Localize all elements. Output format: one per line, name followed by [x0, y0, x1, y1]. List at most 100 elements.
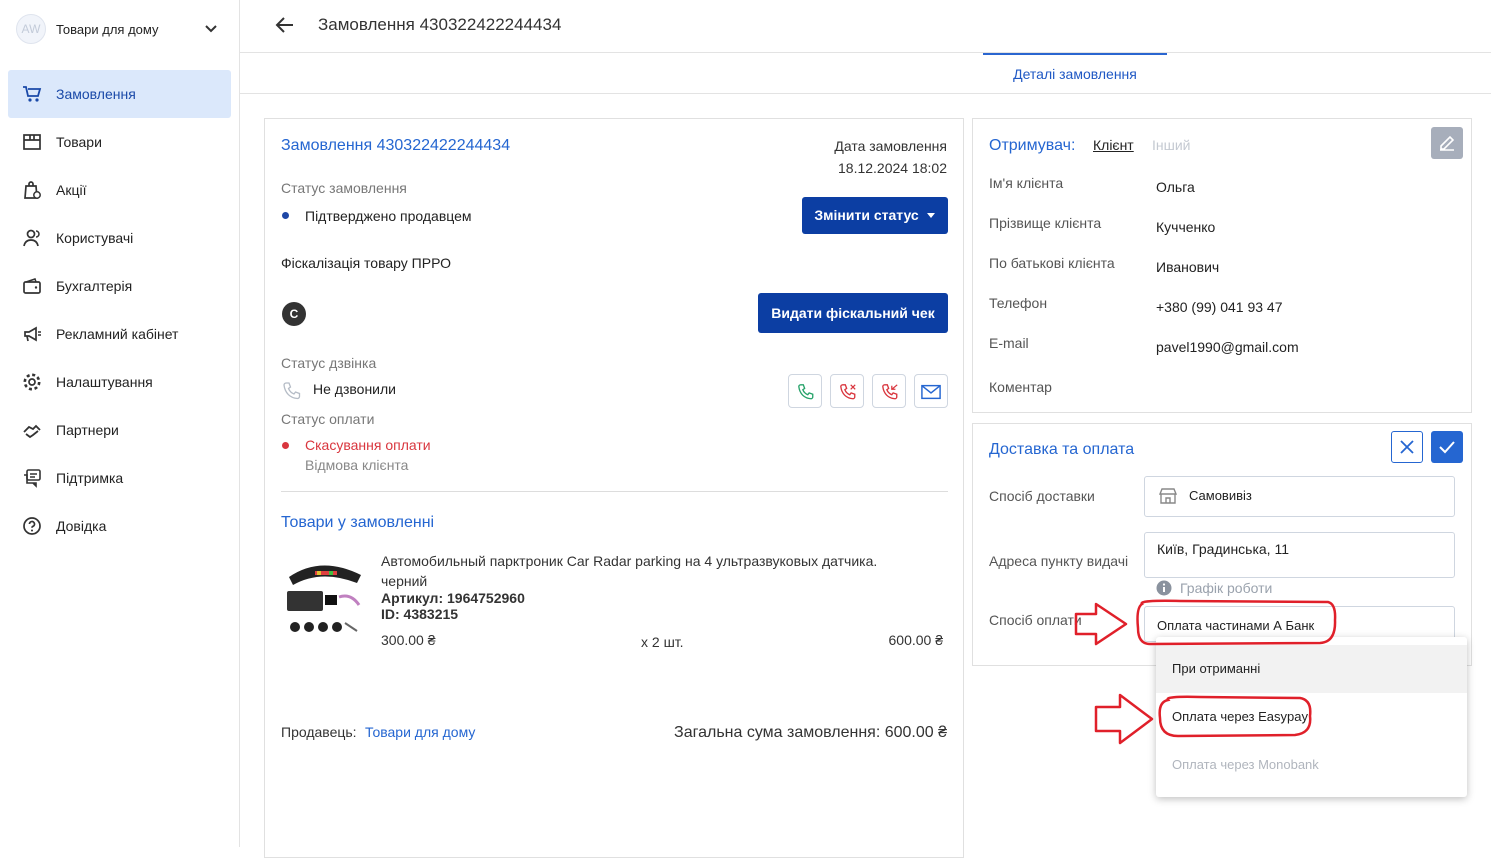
field-value: Кучченко: [1156, 219, 1216, 235]
field-value: Иванович: [1156, 259, 1220, 275]
sidebar-item-label: Підтримка: [56, 470, 124, 486]
sidebar-item-accounting[interactable]: Бухгалтерія: [8, 262, 231, 310]
sidebar-item-label: Партнери: [56, 422, 119, 438]
pickup-address-value: Київ, Градинська, 11: [1157, 541, 1289, 557]
tab-order-details[interactable]: Деталі замовлення: [983, 53, 1167, 94]
product-id: ID: 4383215: [381, 606, 459, 622]
pencil-icon: [1440, 135, 1455, 151]
pickup-address-field[interactable]: Київ, Градинська, 11: [1144, 532, 1455, 578]
call-status-value: Не дзвонили: [313, 381, 396, 397]
sidebar-item-promotions[interactable]: Акції: [8, 166, 231, 214]
call-button[interactable]: [788, 374, 822, 408]
email-button[interactable]: [914, 374, 948, 408]
order-total: Загальна сума замовлення: 600.00 ₴: [674, 724, 947, 741]
order-date-value: 18.12.2024 18:02: [838, 160, 947, 176]
tab-bar: Деталі замовлення: [240, 53, 1491, 94]
delivery-method-value: Самовивіз: [1189, 488, 1252, 503]
annotation-arrow: [1094, 693, 1154, 745]
discount-bag-icon: [24, 181, 41, 199]
fiscal-check-button[interactable]: Видати фіскальний чек: [758, 293, 948, 333]
back-arrow-icon[interactable]: [274, 14, 296, 36]
store-avatar: AW: [16, 14, 46, 44]
help-icon: [23, 517, 41, 535]
change-status-button[interactable]: Змінити статус: [802, 197, 948, 234]
dropdown-option[interactable]: При отриманні: [1156, 645, 1467, 693]
delivery-method-label: Спосіб доставки: [989, 488, 1095, 504]
product-total: 600.00 ₴: [888, 632, 944, 648]
status-dot: [282, 442, 289, 449]
seller-label: Продавець:: [281, 724, 357, 740]
product-qty: x 2 шт.: [641, 634, 684, 650]
sidebar-item-users[interactable]: Користувачі: [8, 214, 231, 262]
fiscal-label: Фіскалізація товару ПРРО: [281, 255, 452, 271]
sidebar-nav: Замовлення Товари Акції Користувачі Бухг…: [8, 70, 231, 550]
product-article: Артикул: 1964752960: [381, 590, 525, 606]
field-label: Ім'я клієнта: [989, 175, 1064, 191]
store-switcher[interactable]: AW Товари для дому: [16, 14, 228, 46]
field-label: Телефон: [989, 295, 1048, 311]
edit-button[interactable]: [1431, 127, 1463, 159]
order-status-value: Підтверджено продавцем: [305, 208, 472, 224]
sidebar-item-label: Товари: [56, 134, 102, 150]
payment-method-value: Оплата частинами А Банк: [1157, 618, 1315, 633]
chat-icon: [24, 469, 41, 488]
top-bar: Замовлення 430322422244434: [240, 0, 1491, 53]
sidebar-item-help[interactable]: Довідка: [8, 502, 231, 550]
recipient-tab-client[interactable]: Клієнт: [1093, 137, 1134, 153]
phone-call-icon: [798, 384, 814, 400]
product-image: [287, 565, 361, 632]
seller-link[interactable]: Товари для дому: [365, 724, 475, 740]
schedule-link[interactable]: Графік роботи: [1180, 580, 1272, 596]
recipient-card: Отримувач: Клієнт Інший Ім'я клієнта Оль…: [972, 118, 1472, 413]
order-date-label: Дата замовлення: [834, 138, 947, 154]
sidebar-item-partners[interactable]: Партнери: [8, 406, 231, 454]
field-value: pavel1990@gmail.com: [1156, 339, 1299, 355]
dropdown-option[interactable]: Оплата через Monobank: [1156, 741, 1467, 789]
sidebar: AW Товари для дому Замовлення Товари Акц…: [0, 0, 240, 847]
payment-method-dropdown: При отриманні Оплата через Easypay Оплат…: [1156, 637, 1467, 797]
payment-status-label: Статус оплати: [281, 411, 375, 427]
handshake-icon: [23, 424, 41, 439]
cancel-button[interactable]: [1391, 431, 1423, 463]
sidebar-item-label: Рекламний кабінет: [56, 326, 179, 342]
sidebar-item-ads[interactable]: Рекламний кабінет: [8, 310, 231, 358]
sidebar-item-label: Користувачі: [56, 230, 134, 246]
change-status-label: Змінити статус: [814, 207, 919, 223]
field-value: Ольга: [1156, 179, 1195, 195]
caret-down-icon: [926, 213, 935, 218]
wallet-icon: [23, 278, 41, 294]
sidebar-item-label: Довідка: [56, 518, 107, 534]
store-icon: [1159, 488, 1177, 504]
missed-call-button[interactable]: [830, 374, 864, 408]
sidebar-item-label: Замовлення: [56, 86, 136, 102]
dropdown-option[interactable]: Оплата через Easypay: [1156, 693, 1467, 741]
sidebar-item-orders[interactable]: Замовлення: [8, 70, 231, 118]
delivery-card: Доставка та оплата Спосіб доставки Самов…: [972, 423, 1472, 666]
sidebar-item-support[interactable]: Підтримка: [8, 454, 231, 502]
field-label: Прізвище клієнта: [989, 215, 1102, 231]
payment-status-value: Скасування оплати: [305, 437, 431, 453]
store-name: Товари для дому: [56, 22, 159, 37]
field-label: Коментар: [989, 379, 1052, 395]
info-icon: [1156, 580, 1172, 596]
sidebar-item-label: Бухгалтерія: [56, 278, 133, 294]
sidebar-item-label: Налаштування: [56, 374, 153, 390]
order-card: Замовлення 430322422244434 Дата замовлен…: [264, 118, 964, 858]
fiscal-badge: C: [282, 302, 306, 326]
sidebar-item-products[interactable]: Товари: [8, 118, 231, 166]
confirm-button[interactable]: [1431, 431, 1463, 463]
delivery-method-field[interactable]: Самовивіз: [1144, 476, 1455, 517]
field-label: По батькові клієнта: [989, 255, 1115, 271]
sidebar-item-settings[interactable]: Налаштування: [8, 358, 231, 406]
payment-status-reason: Відмова клієнта: [305, 457, 409, 473]
recipient-tab-other[interactable]: Інший: [1152, 137, 1191, 153]
chevron-down-icon[interactable]: [204, 22, 218, 36]
divider: [281, 491, 948, 492]
cart-icon: [23, 86, 42, 102]
callback-button[interactable]: [872, 374, 906, 408]
users-icon: [23, 229, 40, 247]
goods-title: Товари у замовленні: [281, 514, 435, 531]
pickup-address-label: Адреса пункту видачі: [989, 553, 1129, 569]
call-status-label: Статус дзвінка: [281, 355, 377, 371]
phone-callback-icon: [882, 384, 898, 400]
